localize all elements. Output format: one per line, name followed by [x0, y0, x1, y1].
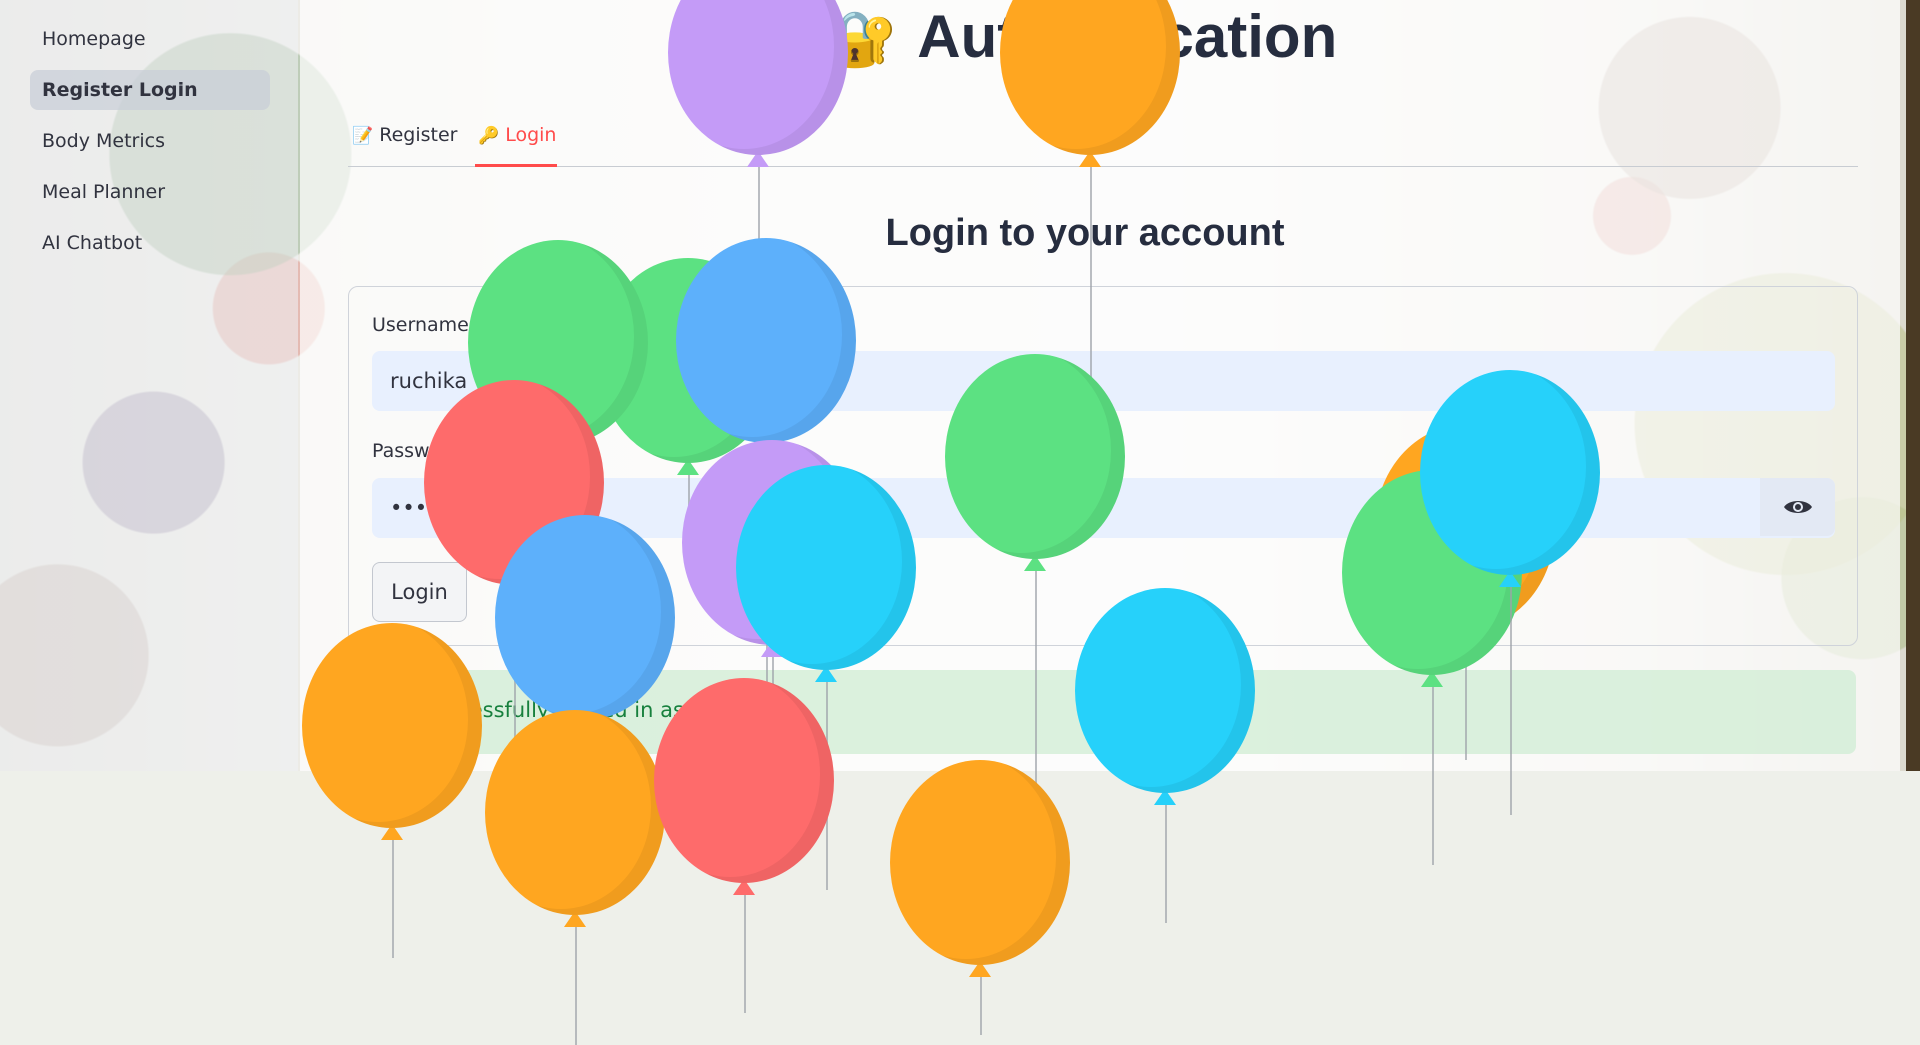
balloon-string: [392, 838, 394, 958]
balloon-string: [1165, 803, 1167, 923]
balloon: [676, 238, 856, 443]
balloon: [1420, 370, 1600, 575]
login-button[interactable]: Login: [372, 562, 467, 622]
balloon-string: [1510, 585, 1512, 815]
sidebar: Homepage Register Login Body Metrics Mea…: [0, 0, 298, 771]
balloon-string: [980, 975, 982, 1035]
balloon: [736, 465, 916, 670]
active-tab-indicator: [475, 164, 557, 167]
tab-register[interactable]: 📝 Register: [352, 118, 457, 166]
tabs-divider: [348, 166, 1858, 167]
key-icon: 🔑: [478, 126, 500, 146]
balloon: [945, 354, 1125, 559]
balloon-string: [575, 925, 577, 1045]
balloon-string: [744, 893, 746, 1013]
balloon: [654, 678, 834, 883]
balloon-string: [1432, 685, 1434, 865]
sidebar-item-homepage[interactable]: Homepage: [30, 19, 270, 59]
memo-icon: 📝: [352, 126, 374, 146]
sidebar-item-body-metrics[interactable]: Body Metrics: [30, 121, 270, 161]
balloon-string: [1090, 165, 1092, 405]
balloon-string: [1035, 569, 1037, 789]
balloon: [890, 760, 1070, 965]
show-password-button[interactable]: [1760, 478, 1835, 536]
login-heading: Login to your account: [885, 212, 1285, 254]
sidebar-item-meal-planner[interactable]: Meal Planner: [30, 172, 270, 212]
eye-icon: [1783, 501, 1812, 513]
tab-register-label: Register: [379, 124, 458, 146]
tab-login[interactable]: 🔑 Login: [478, 118, 556, 166]
balloon: [495, 515, 675, 720]
background-edge: [1906, 0, 1920, 771]
sidebar-item-register-login[interactable]: Register Login: [30, 70, 270, 110]
tab-login-label: Login: [505, 124, 557, 146]
balloon: [485, 710, 665, 915]
balloon: [1075, 588, 1255, 793]
balloon: [302, 623, 482, 828]
